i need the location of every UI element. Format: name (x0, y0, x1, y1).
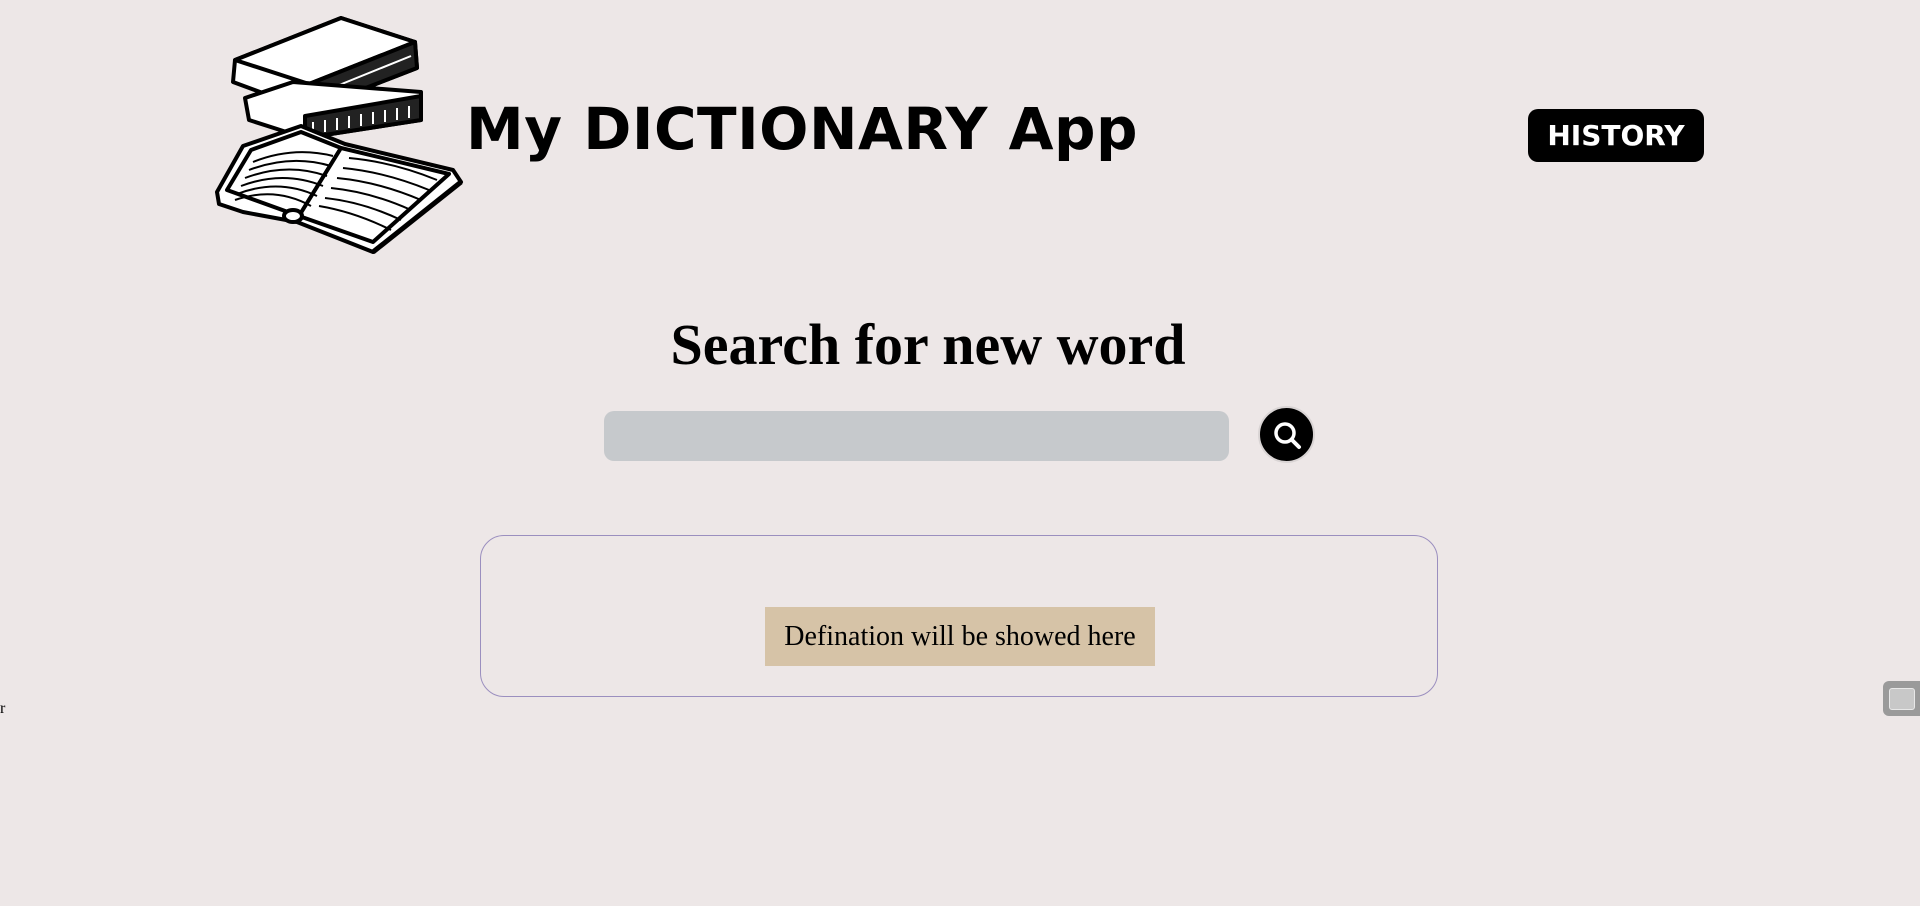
edge-text: r (0, 700, 6, 717)
search-icon (1271, 419, 1303, 451)
search-input[interactable] (604, 411, 1229, 461)
chat-widget-icon (1888, 687, 1915, 710)
search-heading: Search for new word (670, 312, 1186, 377)
header: My DICTIONARY App HISTORY (0, 0, 1920, 260)
books-icon (213, 16, 467, 256)
definition-placeholder: Defination will be showed here (765, 607, 1155, 666)
search-button[interactable] (1258, 406, 1315, 463)
app-title: My DICTIONARY App (466, 95, 1138, 163)
floating-widget-button[interactable] (1883, 681, 1920, 716)
history-button[interactable]: HISTORY (1529, 110, 1703, 161)
